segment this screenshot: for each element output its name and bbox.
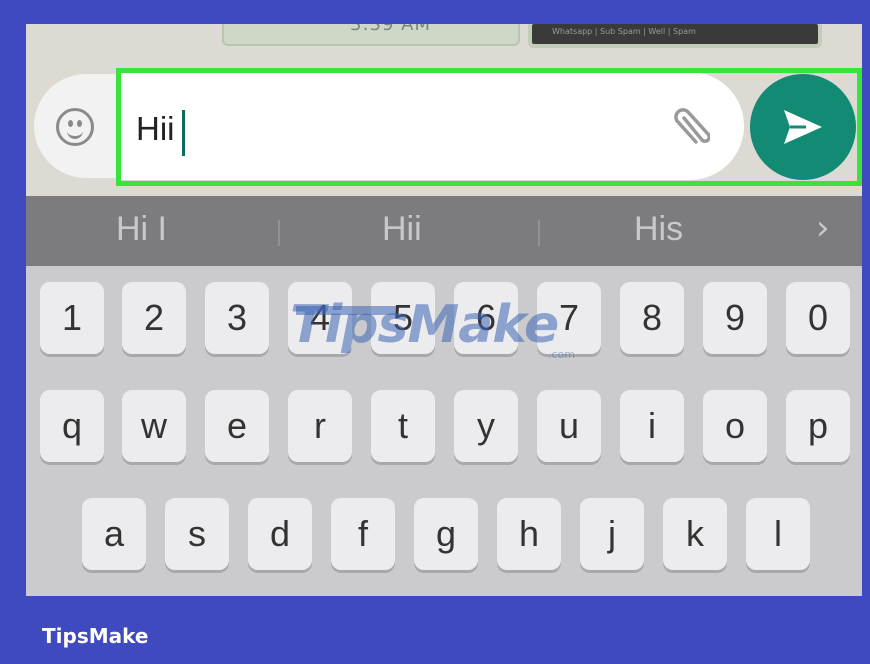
preview-text: Whatsapp | Sub Spam | Well | Spam — [552, 27, 696, 36]
chevron-right-icon[interactable]: › — [816, 208, 830, 248]
suggestion-divider — [278, 220, 280, 246]
key-l[interactable]: l — [746, 498, 810, 570]
key-w[interactable]: w — [122, 390, 186, 462]
key-s[interactable]: s — [165, 498, 229, 570]
message-bubble-dark: Whatsapp | Sub Spam | Well | Spam — [528, 24, 822, 48]
key-u[interactable]: u — [537, 390, 601, 462]
key-i[interactable]: i — [620, 390, 684, 462]
key-2[interactable]: 2 — [122, 282, 186, 354]
key-0[interactable]: 0 — [786, 282, 850, 354]
key-p[interactable]: p — [786, 390, 850, 462]
key-h[interactable]: h — [497, 498, 561, 570]
text-cursor — [182, 110, 185, 156]
key-t[interactable]: t — [371, 390, 435, 462]
suggestion-2[interactable]: Hii — [382, 210, 422, 249]
key-r[interactable]: r — [288, 390, 352, 462]
key-g[interactable]: g — [414, 498, 478, 570]
key-k[interactable]: k — [663, 498, 727, 570]
brand-label: TipsMake — [42, 624, 149, 648]
smiley-face-icon[interactable] — [56, 108, 94, 146]
send-button[interactable] — [750, 74, 856, 180]
key-e[interactable]: e — [205, 390, 269, 462]
key-1[interactable]: 1 — [40, 282, 104, 354]
key-y[interactable]: y — [454, 390, 518, 462]
suggestion-3[interactable]: His — [634, 210, 683, 249]
key-3[interactable]: 3 — [205, 282, 269, 354]
key-9[interactable]: 9 — [703, 282, 767, 354]
suggestion-1[interactable]: Hi I — [116, 210, 167, 249]
message-input-text: Hii — [136, 110, 175, 147]
suggestion-divider — [538, 220, 540, 246]
message-time: 3:39 AM — [350, 24, 431, 35]
send-arrow-icon — [784, 110, 822, 144]
suggestion-bar: Hi I Hii His › — [26, 196, 862, 266]
key-o[interactable]: o — [703, 390, 767, 462]
watermark-suffix: .com — [548, 348, 575, 361]
watermark-logo: TipsMake — [290, 295, 559, 355]
key-a[interactable]: a — [82, 498, 146, 570]
key-q[interactable]: q — [40, 390, 104, 462]
key-d[interactable]: d — [248, 498, 312, 570]
key-8[interactable]: 8 — [620, 282, 684, 354]
message-bubble: 3:39 AM — [222, 24, 520, 46]
key-j[interactable]: j — [580, 498, 644, 570]
message-preview-strip: 3:39 AM Whatsapp | Sub Spam | Well | Spa… — [222, 24, 822, 48]
paperclip-icon[interactable] — [666, 102, 711, 152]
key-f[interactable]: f — [331, 498, 395, 570]
chat-background: 3:39 AM Whatsapp | Sub Spam | Well | Spa… — [26, 24, 862, 196]
